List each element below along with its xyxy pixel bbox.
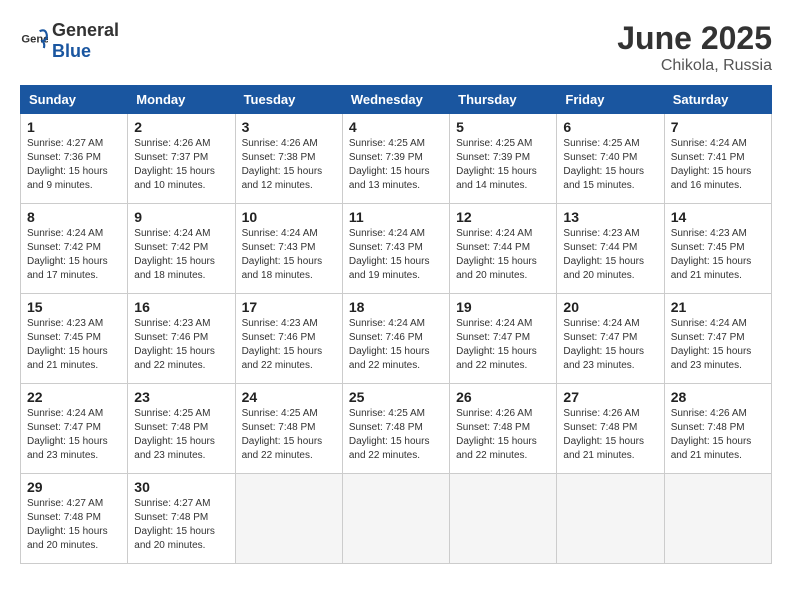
day-4: 4 Sunrise: 4:25 AMSunset: 7:39 PMDayligh… <box>342 114 449 204</box>
week-5: 29 Sunrise: 4:27 AMSunset: 7:48 PMDaylig… <box>21 474 772 564</box>
day-13: 13 Sunrise: 4:23 AMSunset: 7:44 PMDaylig… <box>557 204 664 294</box>
col-wednesday: Wednesday <box>342 86 449 114</box>
day-6: 6 Sunrise: 4:25 AMSunset: 7:40 PMDayligh… <box>557 114 664 204</box>
col-monday: Monday <box>128 86 235 114</box>
day-17: 17 Sunrise: 4:23 AMSunset: 7:46 PMDaylig… <box>235 294 342 384</box>
calendar-table: Sunday Monday Tuesday Wednesday Thursday… <box>20 85 772 564</box>
day-28: 28 Sunrise: 4:26 AMSunset: 7:48 PMDaylig… <box>664 384 771 474</box>
logo-text: General Blue <box>52 20 119 62</box>
day-3: 3 Sunrise: 4:26 AMSunset: 7:38 PMDayligh… <box>235 114 342 204</box>
month-title: June 2025 <box>617 20 772 57</box>
week-2: 8 Sunrise: 4:24 AMSunset: 7:42 PMDayligh… <box>21 204 772 294</box>
logo-blue: Blue <box>52 41 91 61</box>
day-12: 12 Sunrise: 4:24 AMSunset: 7:44 PMDaylig… <box>450 204 557 294</box>
empty-4 <box>557 474 664 564</box>
day-16: 16 Sunrise: 4:23 AMSunset: 7:46 PMDaylig… <box>128 294 235 384</box>
day-9: 9 Sunrise: 4:24 AMSunset: 7:42 PMDayligh… <box>128 204 235 294</box>
day-25: 25 Sunrise: 4:25 AMSunset: 7:48 PMDaylig… <box>342 384 449 474</box>
col-saturday: Saturday <box>664 86 771 114</box>
col-sunday: Sunday <box>21 86 128 114</box>
location-title: Chikola, Russia <box>617 57 772 75</box>
col-thursday: Thursday <box>450 86 557 114</box>
title-area: June 2025 Chikola, Russia <box>617 20 772 75</box>
day-23: 23 Sunrise: 4:25 AMSunset: 7:48 PMDaylig… <box>128 384 235 474</box>
day-11: 11 Sunrise: 4:24 AMSunset: 7:43 PMDaylig… <box>342 204 449 294</box>
week-1: 1 Sunrise: 4:27 AMSunset: 7:36 PMDayligh… <box>21 114 772 204</box>
header-row: Sunday Monday Tuesday Wednesday Thursday… <box>21 86 772 114</box>
calendar-body: 1 Sunrise: 4:27 AMSunset: 7:36 PMDayligh… <box>21 114 772 564</box>
logo: General General Blue <box>20 20 119 62</box>
day-29: 29 Sunrise: 4:27 AMSunset: 7:48 PMDaylig… <box>21 474 128 564</box>
week-3: 15 Sunrise: 4:23 AMSunset: 7:45 PMDaylig… <box>21 294 772 384</box>
day-30: 30 Sunrise: 4:27 AMSunset: 7:48 PMDaylig… <box>128 474 235 564</box>
day-24: 24 Sunrise: 4:25 AMSunset: 7:48 PMDaylig… <box>235 384 342 474</box>
day-15: 15 Sunrise: 4:23 AMSunset: 7:45 PMDaylig… <box>21 294 128 384</box>
day-26: 26 Sunrise: 4:26 AMSunset: 7:48 PMDaylig… <box>450 384 557 474</box>
day-1: 1 Sunrise: 4:27 AMSunset: 7:36 PMDayligh… <box>21 114 128 204</box>
day-10: 10 Sunrise: 4:24 AMSunset: 7:43 PMDaylig… <box>235 204 342 294</box>
day-22: 22 Sunrise: 4:24 AMSunset: 7:47 PMDaylig… <box>21 384 128 474</box>
day-14: 14 Sunrise: 4:23 AMSunset: 7:45 PMDaylig… <box>664 204 771 294</box>
day-20: 20 Sunrise: 4:24 AMSunset: 7:47 PMDaylig… <box>557 294 664 384</box>
day-18: 18 Sunrise: 4:24 AMSunset: 7:46 PMDaylig… <box>342 294 449 384</box>
day-19: 19 Sunrise: 4:24 AMSunset: 7:47 PMDaylig… <box>450 294 557 384</box>
week-4: 22 Sunrise: 4:24 AMSunset: 7:47 PMDaylig… <box>21 384 772 474</box>
day-27: 27 Sunrise: 4:26 AMSunset: 7:48 PMDaylig… <box>557 384 664 474</box>
empty-3 <box>450 474 557 564</box>
day-2: 2 Sunrise: 4:26 AMSunset: 7:37 PMDayligh… <box>128 114 235 204</box>
empty-1 <box>235 474 342 564</box>
day-7: 7 Sunrise: 4:24 AMSunset: 7:41 PMDayligh… <box>664 114 771 204</box>
day-8: 8 Sunrise: 4:24 AMSunset: 7:42 PMDayligh… <box>21 204 128 294</box>
logo-general: General <box>52 20 119 40</box>
empty-2 <box>342 474 449 564</box>
day-21: 21 Sunrise: 4:24 AMSunset: 7:47 PMDaylig… <box>664 294 771 384</box>
col-friday: Friday <box>557 86 664 114</box>
logo-icon: General <box>20 27 48 55</box>
header: General General Blue June 2025 Chikola, … <box>20 20 772 75</box>
day-5: 5 Sunrise: 4:25 AMSunset: 7:39 PMDayligh… <box>450 114 557 204</box>
col-tuesday: Tuesday <box>235 86 342 114</box>
empty-5 <box>664 474 771 564</box>
